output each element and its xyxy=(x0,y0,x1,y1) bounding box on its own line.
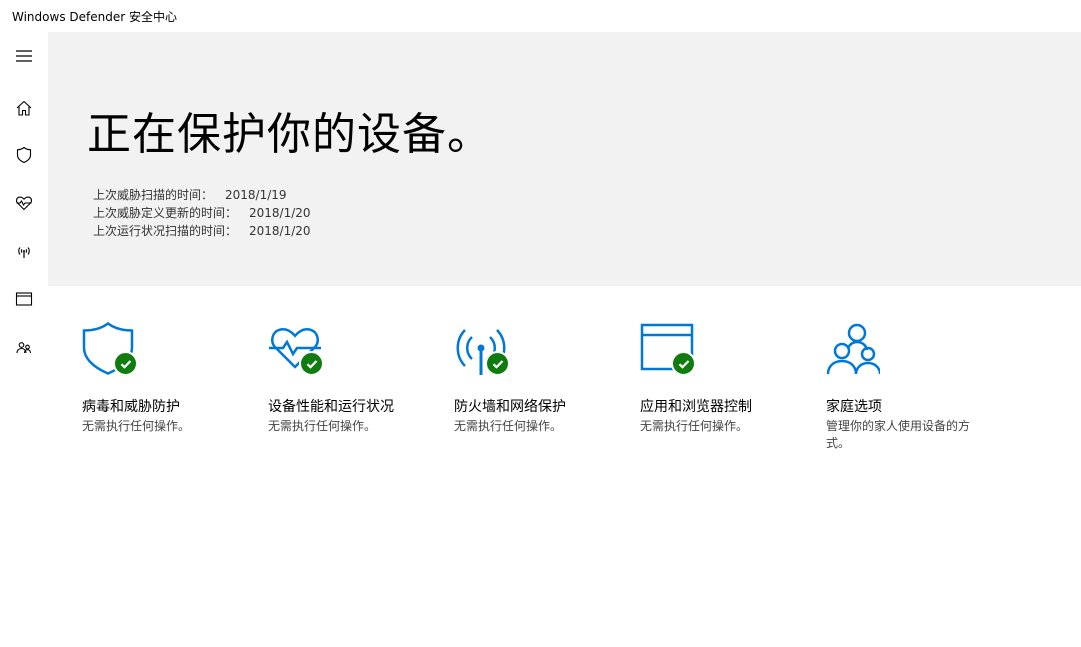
scan-row-health: 上次运行状况扫描的时间： 2018/1/20 xyxy=(93,222,311,240)
status-hero: 正在保护你的设备。 上次威胁扫描的时间： 2018/1/19 上次威胁定义更新的时… xyxy=(48,32,1081,286)
nav-device-health[interactable] xyxy=(0,181,48,225)
hamburger-icon xyxy=(16,50,32,62)
tile-title: 病毒和威胁防护 xyxy=(82,399,180,415)
page-heading: 正在保护你的设备。 xyxy=(87,109,492,160)
title-bar: Windows Defender 安全中心 xyxy=(0,0,1081,32)
scan-value: 2018/1/20 xyxy=(249,206,311,220)
tile-title: 防火墙和网络保护 xyxy=(454,399,566,415)
tile-firewall[interactable]: 防火墙和网络保护 无需执行任何操作。 xyxy=(454,322,624,435)
scan-label: 上次威胁扫描的时间： xyxy=(93,188,214,202)
tile-desc: 无需执行任何操作。 xyxy=(454,419,563,433)
tile-virus-protection[interactable]: 病毒和威胁防护 无需执行任何操作。 xyxy=(82,322,252,435)
scan-value: 2018/1/20 xyxy=(249,224,311,238)
tile-title: 设备性能和运行状况 xyxy=(268,399,394,415)
scan-label: 上次运行状况扫描的时间： xyxy=(93,224,238,238)
scan-row-definition: 上次威胁定义更新的时间： 2018/1/20 xyxy=(93,204,311,222)
menu-button[interactable] xyxy=(0,34,48,78)
tile-family[interactable]: 家庭选项 管理你的家人使用设备的方式。 xyxy=(826,322,996,452)
shield-icon xyxy=(16,146,32,164)
scan-times: 上次威胁扫描的时间： 2018/1/19 上次威胁定义更新的时间： 2018/1/2… xyxy=(93,186,311,240)
protection-tiles: 病毒和威胁防护 无需执行任何操作。 设备性能和运行状况 无需执行任何操作。 防火… xyxy=(0,286,1081,647)
tile-title: 家庭选项 xyxy=(826,399,882,415)
tile-desc: 无需执行任何操作。 xyxy=(268,419,377,433)
scan-value: 2018/1/19 xyxy=(225,188,287,202)
tile-desc: 管理你的家人使用设备的方式。 xyxy=(826,419,971,450)
status-check-icon xyxy=(113,351,138,376)
heart-pulse-icon xyxy=(15,196,33,211)
nav-home[interactable] xyxy=(0,86,48,130)
tile-title: 应用和浏览器控制 xyxy=(640,399,752,415)
scan-label: 上次威胁定义更新的时间： xyxy=(93,206,238,220)
status-check-icon xyxy=(485,351,510,376)
window-title: Windows Defender 安全中心 xyxy=(12,10,177,24)
home-icon xyxy=(16,100,32,116)
scan-row-threat: 上次威胁扫描的时间： 2018/1/19 xyxy=(93,186,311,204)
tile-desc: 无需执行任何操作。 xyxy=(82,419,191,433)
status-check-icon xyxy=(671,351,696,376)
nav-firewall[interactable] xyxy=(0,229,48,273)
antenna-icon xyxy=(18,247,30,258)
family-icon xyxy=(826,323,880,375)
nav-virus-protection[interactable] xyxy=(0,133,48,177)
tile-app-browser[interactable]: 应用和浏览器控制 无需执行任何操作。 xyxy=(640,322,810,435)
tile-device-health[interactable]: 设备性能和运行状况 无需执行任何操作。 xyxy=(268,322,438,435)
tile-desc: 无需执行任何操作。 xyxy=(640,419,749,433)
status-check-icon xyxy=(299,351,324,376)
